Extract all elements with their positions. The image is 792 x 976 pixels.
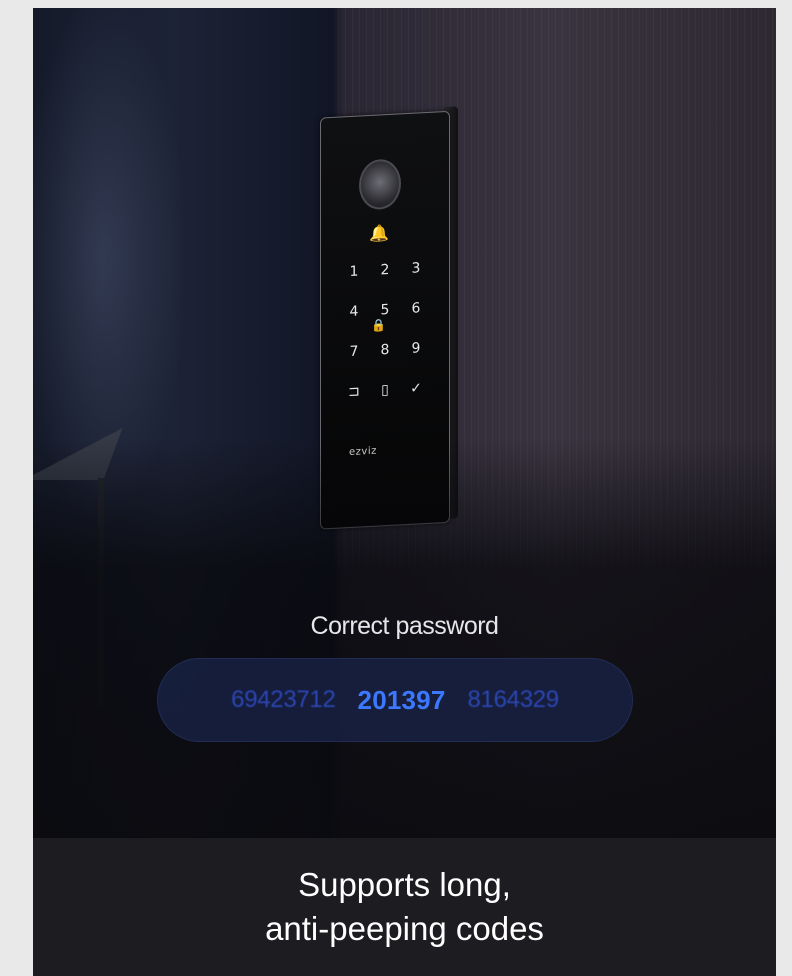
correct-code: 201397 xyxy=(357,684,446,715)
product-image-card: 🔔 1 2 3 4 5 6 7 8 9 ⊐ ▯ ✓ 🔒 ezviz Correc… xyxy=(33,8,776,976)
decoy-code-left: 69423712 xyxy=(231,686,336,713)
decoy-code-right: 8164329 xyxy=(467,686,560,713)
caption-line-2: anti-peeping codes xyxy=(265,910,544,947)
password-title: Correct password xyxy=(310,612,499,640)
feature-caption: Supports long, anti-peeping codes xyxy=(33,838,776,976)
password-codes-pill: 69423712 201397 8164329 xyxy=(157,658,633,742)
caption-line-1: Supports long, xyxy=(298,866,511,903)
